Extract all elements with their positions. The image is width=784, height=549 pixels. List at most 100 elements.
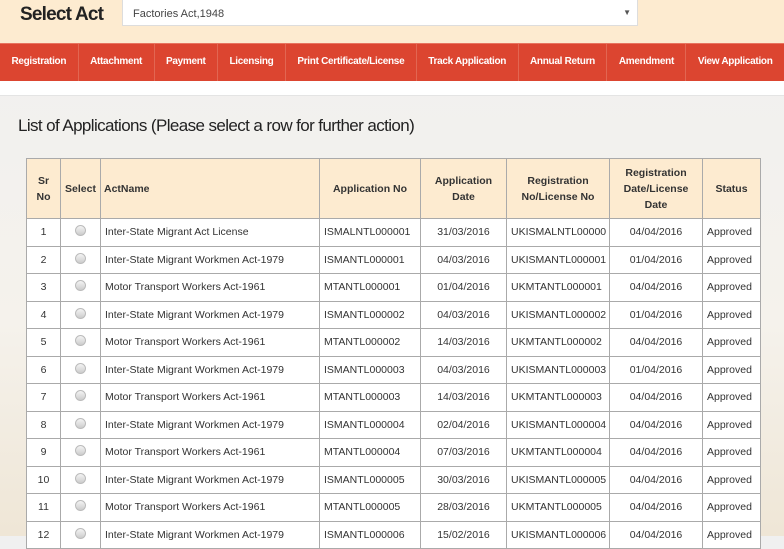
registration-no: UKISMANTL000003 xyxy=(506,355,610,384)
registration-no: UKMTANTL000002 xyxy=(506,328,610,357)
page-title: List of Applications (Please select a ro… xyxy=(18,116,415,135)
status: Approved xyxy=(702,465,761,494)
application-date: 07/03/2016 xyxy=(420,438,507,467)
sr-no: 9 xyxy=(26,438,61,467)
select-cell xyxy=(60,465,101,494)
act-name: Inter-State Migrant Workmen Act-1979 xyxy=(100,410,320,439)
table-row[interactable]: 8 Inter-State Migrant Workmen Act-1979 ISM… xyxy=(26,410,761,439)
act-name: Motor Transport Workers Act-1961 xyxy=(100,328,320,357)
act-select[interactable]: Factories Act,1948 ▼ xyxy=(122,0,638,26)
registration-no: UKMTANTL000003 xyxy=(506,383,610,412)
row-select-radio[interactable] xyxy=(75,390,86,402)
registration-date: 01/04/2016 xyxy=(609,300,703,329)
sr-no: 7 xyxy=(26,383,61,412)
registration-date: 04/04/2016 xyxy=(609,273,703,302)
application-no: ISMALNTL000001 xyxy=(319,218,421,247)
select-cell xyxy=(60,520,101,549)
table-row[interactable]: 3 Motor Transport Workers Act-1961 MTANTL0… xyxy=(26,273,761,302)
nav-item-view-application[interactable]: View Application xyxy=(686,44,784,81)
row-select-radio[interactable] xyxy=(75,500,86,512)
status: Approved xyxy=(702,355,761,384)
application-no: ISMANTL000002 xyxy=(319,300,421,329)
row-select-radio[interactable] xyxy=(75,472,86,484)
table-row[interactable]: 12 Inter-State Migrant Workmen Act-1979 IS… xyxy=(26,520,761,549)
row-select-radio[interactable] xyxy=(75,417,86,429)
nav-item-licensing[interactable]: Licensing xyxy=(218,44,286,81)
nav-item-print-certificate-license[interactable]: Print Certificate/License xyxy=(286,44,417,81)
application-no: ISMANTL000005 xyxy=(319,465,421,494)
application-date: 28/03/2016 xyxy=(420,493,507,522)
application-date: 14/03/2016 xyxy=(420,328,507,357)
sr-no: 12 xyxy=(26,520,61,549)
table-row[interactable]: 5 Motor Transport Workers Act-1961 MTANTL0… xyxy=(26,328,761,357)
column-header: Registration No/License No xyxy=(506,158,610,219)
application-date: 04/03/2016 xyxy=(420,355,507,384)
registration-date: 04/04/2016 xyxy=(609,383,703,412)
registration-no: UKMTANTL000001 xyxy=(506,273,610,302)
act-name: Inter-State Migrant Workmen Act-1979 xyxy=(100,245,320,274)
table-row[interactable]: 11 Motor Transport Workers Act-1961 MTANTL… xyxy=(26,493,761,522)
row-select-radio[interactable] xyxy=(75,225,86,237)
selected-act: Factories Act,1948 xyxy=(133,8,225,20)
table-row[interactable]: 9 Motor Transport Workers Act-1961 MTANTL0… xyxy=(26,438,761,467)
application-date: 04/03/2016 xyxy=(420,300,507,329)
nav-item-amendment[interactable]: Amendment xyxy=(607,44,687,81)
registration-date: 01/04/2016 xyxy=(609,355,703,384)
sr-no: 6 xyxy=(26,355,61,384)
registration-no: UKISMANTL000004 xyxy=(506,410,610,439)
nav-item-attachment[interactable]: Attachment xyxy=(79,44,155,81)
sr-no: 11 xyxy=(26,493,61,522)
registration-date: 04/04/2016 xyxy=(609,410,703,439)
nav-item-track-application[interactable]: Track Application xyxy=(417,44,519,81)
sr-no: 2 xyxy=(26,245,61,274)
spacer xyxy=(0,81,784,96)
registration-date: 04/04/2016 xyxy=(609,465,703,494)
table-row[interactable]: 4 Inter-State Migrant Workmen Act-1979 ISM… xyxy=(26,300,761,329)
act-name: Motor Transport Workers Act-1961 xyxy=(100,438,320,467)
table-row[interactable]: 10 Inter-State Migrant Workmen Act-1979 IS… xyxy=(26,465,761,494)
table-row[interactable]: 1 Inter-State Migrant Act License ISMALNTL… xyxy=(26,218,761,247)
row-select-radio[interactable] xyxy=(75,335,86,347)
table-row[interactable]: 2 Inter-State Migrant Workmen Act-1979 ISM… xyxy=(26,245,761,274)
select-cell xyxy=(60,300,101,329)
status: Approved xyxy=(702,438,761,467)
act-name: Inter-State Migrant Workmen Act-1979 xyxy=(100,465,320,494)
column-header: ActName xyxy=(100,158,320,219)
application-no: MTANTL000003 xyxy=(319,383,421,412)
status: Approved xyxy=(702,410,761,439)
registration-date: 04/04/2016 xyxy=(609,328,703,357)
select-cell xyxy=(60,410,101,439)
row-select-radio[interactable] xyxy=(75,527,86,539)
select-cell xyxy=(60,438,101,467)
select-cell xyxy=(60,383,101,412)
application-no: ISMANTL000001 xyxy=(319,245,421,274)
act-name: Motor Transport Workers Act-1961 xyxy=(100,493,320,522)
column-header: Status xyxy=(702,158,761,219)
table-row[interactable]: 7 Motor Transport Workers Act-1961 MTANTL0… xyxy=(26,383,761,412)
applications-table: Sr No Select ActName Application No Applicat… xyxy=(26,158,761,549)
row-select-radio[interactable] xyxy=(75,445,86,457)
status: Approved xyxy=(702,383,761,412)
select-cell xyxy=(60,355,101,384)
application-no: ISMANTL000003 xyxy=(319,355,421,384)
sr-no: 10 xyxy=(26,465,61,494)
nav-item-annual-return[interactable]: Annual Return xyxy=(519,44,608,81)
row-select-radio[interactable] xyxy=(75,362,86,374)
table-row[interactable]: 6 Inter-State Migrant Workmen Act-1979 ISM… xyxy=(26,355,761,384)
row-select-radio[interactable] xyxy=(75,252,86,264)
nav-item-payment[interactable]: Payment xyxy=(155,44,219,81)
act-name: Inter-State Migrant Act License xyxy=(100,218,320,247)
registration-no: UKISMANTL000002 xyxy=(506,300,610,329)
registration-no: UKISMALNTL00000 xyxy=(506,218,610,247)
nav-item-registration[interactable]: Registration xyxy=(0,44,79,81)
select-cell xyxy=(60,328,101,357)
main-nav: Registration Attachment Payment Licensing Pr… xyxy=(0,43,784,81)
column-header: Registration Date/License Date xyxy=(609,158,703,219)
row-select-radio[interactable] xyxy=(75,307,86,319)
row-select-radio[interactable] xyxy=(75,280,86,292)
select-act-label: Select Act xyxy=(20,4,104,25)
sr-no: 1 xyxy=(26,218,61,247)
status: Approved xyxy=(702,245,761,274)
column-header: Sr No xyxy=(26,158,61,219)
registration-date: 04/04/2016 xyxy=(609,218,703,247)
